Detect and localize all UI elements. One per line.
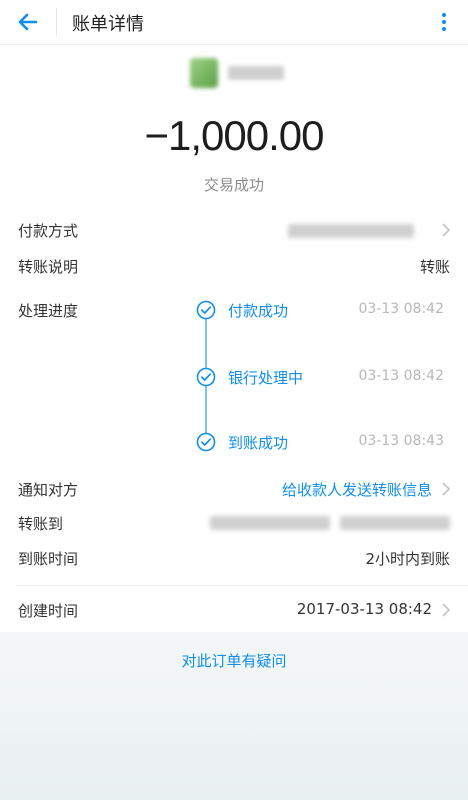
progress-step-time: 03-13 08:42 [358,368,444,384]
payment-method-label: 付款方式 [18,222,79,240]
progress-step-label: 付款成功 [228,302,289,320]
merchant-header [0,58,468,98]
merchant-name-blurred [228,66,284,80]
check-circle-icon [196,432,216,452]
notify-link[interactable]: 给收款人发送转账信息 [282,479,432,500]
order-question-link[interactable]: 对此订单有疑问 [0,650,468,671]
progress-step-label: 银行处理中 [228,369,304,387]
arrival-time-value: 2小时内到账 [365,550,450,568]
transaction-amount: −1,000.00 [144,112,324,159]
transfer-note-label: 转账说明 [18,258,79,276]
arrival-time-label: 到账时间 [18,550,79,568]
progress-step-time: 03-13 08:42 [358,301,444,317]
arrow-left-icon[interactable] [14,8,42,36]
transfer-to-label: 转账到 [18,515,64,533]
progress-step-time: 03-13 08:43 [358,433,444,449]
transaction-status: 交易成功 [203,176,264,194]
divider [16,585,468,586]
payment-method-blurred[interactable] [288,224,414,238]
progress-step-label: 到账成功 [228,434,289,452]
progress-label: 处理进度 [18,302,79,320]
transfer-note-value: 转账 [419,258,450,276]
header-divider [56,8,57,36]
top-bar: 账单详情 [0,0,468,45]
bank-account-blurred [340,516,450,530]
created-label: 创建时间 [18,602,79,620]
notify-label: 通知对方 [18,481,79,499]
page-title: 账单详情 [72,14,144,35]
chevron-right-icon[interactable] [440,602,452,618]
more-vertical-icon[interactable] [432,8,456,36]
chevron-right-icon[interactable] [440,222,452,238]
check-circle-icon [196,300,216,320]
created-value: 2017-03-13 08:42 [296,600,432,618]
merchant-avatar-icon [190,58,218,88]
check-circle-icon [196,367,216,387]
chevron-right-icon[interactable] [440,481,452,497]
bank-name-blurred [210,516,330,530]
